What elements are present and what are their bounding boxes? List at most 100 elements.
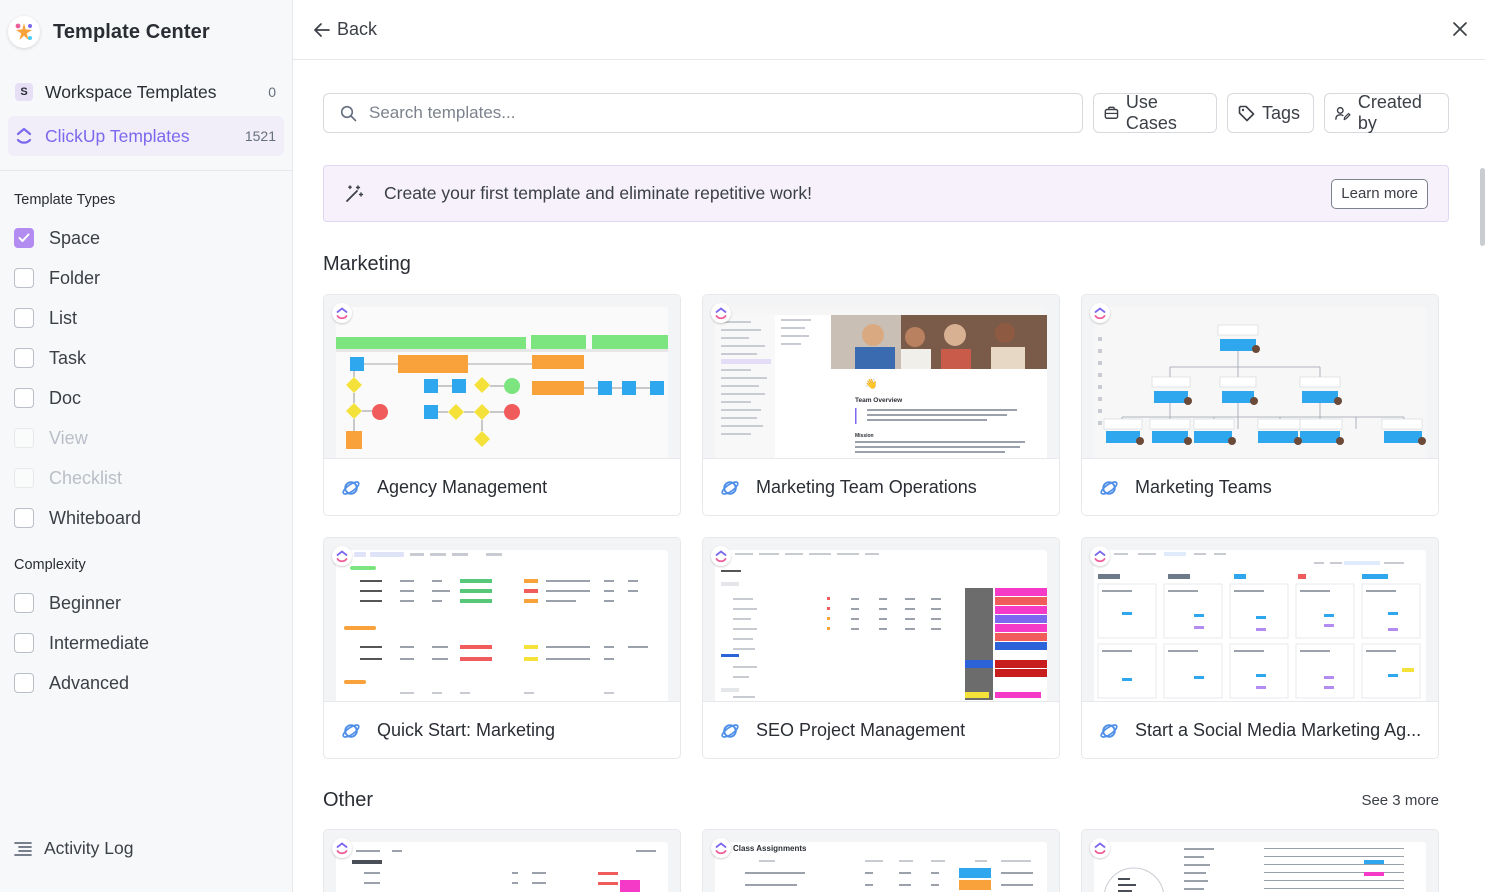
card-footer: Marketing Team Operations [703, 459, 1059, 515]
space-planet-icon [720, 478, 740, 498]
other-section-title: Other [323, 788, 374, 811]
template-type-option-whiteboard[interactable]: Whiteboard [14, 498, 292, 538]
template-type-option-view: View [14, 418, 292, 458]
checkbox[interactable] [14, 308, 34, 328]
checkbox[interactable] [14, 508, 34, 528]
checkbox-label: Beginner [49, 592, 122, 613]
checkbox[interactable] [14, 633, 34, 653]
template-card-social-media-marketing-agency[interactable]: Start a Social Media Marketing Ag... [1081, 537, 1439, 759]
template-card-other-3[interactable] [1081, 829, 1439, 892]
learn-more-button[interactable]: Learn more [1331, 178, 1428, 209]
template-types-filter: Template Types Space Folder List Task Doc Vie… [0, 171, 292, 538]
template-type-option-task[interactable]: Task [14, 338, 292, 378]
search-input[interactable] [369, 103, 969, 123]
checkbox-label: Advanced [49, 672, 130, 693]
activity-log-link[interactable]: Activity Log [14, 838, 133, 859]
use-cases-label: Use Cases [1125, 92, 1177, 133]
checkbox-label: Doc [49, 387, 82, 408]
checkbox [14, 428, 34, 448]
marketing-section-header: Marketing [323, 253, 1449, 275]
clickup-logo-icon [8, 16, 40, 48]
arrow-left-icon [314, 22, 330, 37]
clickup-badge-icon [1090, 838, 1110, 858]
template-preview [1082, 830, 1438, 892]
banner-text: Create your first template and eliminate… [384, 183, 812, 203]
template-card-seo-project-management[interactable]: SEO Project Management [702, 537, 1060, 759]
complexity-title: Complexity [14, 557, 86, 573]
board-preview [1097, 552, 1421, 699]
complexity-filter: Complexity Beginner Intermediate Advanced [0, 538, 292, 703]
search-box [323, 93, 1083, 133]
see-more-link[interactable]: See 3 more [1361, 792, 1439, 809]
template-preview [703, 538, 1059, 702]
checkbox[interactable] [14, 593, 34, 613]
tag-icon [1238, 105, 1255, 121]
back-button[interactable]: Back [313, 19, 377, 40]
card-footer: Start a Social Media Marketing Ag... [1082, 702, 1438, 758]
sidebar-item-clickup-templates[interactable]: ClickUp Templates 1521 [8, 116, 284, 156]
complexity-option-beginner[interactable]: Beginner [14, 583, 292, 623]
clickup-badge-icon [332, 546, 352, 566]
flowchart-preview [336, 335, 668, 449]
template-card-name: Agency Management [377, 477, 548, 497]
workspace-badge-icon: S [14, 82, 34, 102]
tags-button[interactable]: Tags [1227, 93, 1315, 133]
created-by-button[interactable]: Created by [1324, 92, 1449, 133]
use-cases-button[interactable]: Use Cases [1093, 92, 1218, 133]
template-types-title: Template Types [14, 192, 116, 208]
space-planet-icon [1099, 478, 1119, 498]
card-footer: SEO Project Management [703, 702, 1059, 758]
checkbox-label: Whiteboard [49, 507, 142, 528]
clickup-badge-icon [711, 838, 731, 858]
close-icon [1453, 22, 1467, 36]
scrollbar-thumb[interactable] [1480, 168, 1485, 246]
template-card-name: Marketing Teams [1135, 477, 1272, 497]
list-preview [352, 850, 656, 892]
template-card-name: Quick Start: Marketing [377, 720, 556, 740]
complexity-option-intermediate[interactable]: Intermediate [14, 623, 292, 663]
template-type-option-folder[interactable]: Folder [14, 258, 292, 298]
filter-bar: Use Cases Tags Created by [323, 92, 1449, 133]
checkbox-label: Space [49, 227, 101, 248]
template-card-class-assignments[interactable]: Class Assignments [702, 829, 1060, 892]
space-planet-icon [720, 721, 740, 741]
sidebar: Template Center S Workspace Templates 0 … [0, 0, 293, 892]
template-card-name: Marketing Team Operations [756, 477, 977, 497]
promo-banner: Create your first template and eliminate… [323, 165, 1449, 222]
tags-label: Tags [1262, 102, 1301, 123]
template-preview [1082, 538, 1438, 702]
template-type-option-list[interactable]: List [14, 298, 292, 338]
checkbox[interactable] [14, 348, 34, 368]
sidebar-item-label: ClickUp Templates [45, 125, 190, 146]
checkbox-label: Folder [49, 267, 101, 288]
template-card-marketing-team-operations[interactable]: 👋 Team Overview Mission Marketing Team O… [702, 294, 1060, 516]
sidebar-item-workspace-templates[interactable]: S Workspace Templates 0 [8, 72, 284, 112]
checkbox[interactable] [14, 388, 34, 408]
template-card-name: SEO Project Management [756, 720, 966, 740]
checkbox[interactable] [14, 673, 34, 693]
other-section-header: Other See 3 more [323, 789, 1449, 811]
card-footer: Marketing Teams [1082, 459, 1438, 515]
template-preview [324, 295, 680, 459]
svg-text:👋: 👋 [865, 378, 877, 390]
sidebar-item-count: 1521 [244, 128, 276, 144]
template-preview [1082, 295, 1438, 459]
checkbox-label: View [49, 427, 88, 448]
checkbox[interactable] [14, 228, 34, 248]
svg-text:Mission: Mission [855, 433, 874, 439]
complexity-option-advanced[interactable]: Advanced [14, 663, 292, 703]
close-button[interactable] [1451, 20, 1469, 43]
sidebar-header: Template Center [0, 0, 292, 64]
template-card-agency-management[interactable]: Agency Management [323, 294, 681, 516]
template-card-quick-start-marketing[interactable]: Quick Start: Marketing [323, 537, 681, 759]
checkbox[interactable] [14, 268, 34, 288]
sidebar-nav: S Workspace Templates 0 ClickUp Template… [0, 64, 292, 156]
other-grid: Class Assignments [323, 829, 1449, 892]
template-card-other-1[interactable] [323, 829, 681, 892]
template-type-option-space[interactable]: Space [14, 218, 292, 258]
template-card-marketing-teams[interactable]: Marketing Teams [1081, 294, 1439, 516]
card-footer: Agency Management [324, 459, 680, 515]
template-type-option-doc[interactable]: Doc [14, 378, 292, 418]
template-preview [324, 538, 680, 702]
template-preview: 👋 Team Overview Mission [703, 295, 1059, 459]
